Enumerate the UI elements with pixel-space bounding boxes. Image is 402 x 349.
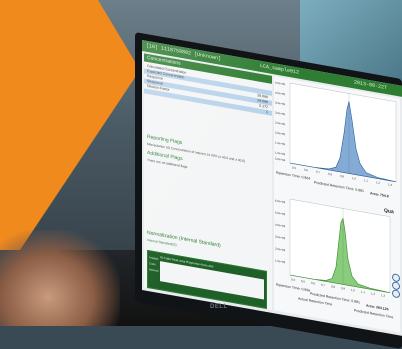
istd-row-label: Code: [149, 261, 156, 267]
istd-row-label: Analyte: [149, 255, 159, 261]
conc-row-value: 1: [266, 109, 268, 115]
x-tick: 1.1: [361, 289, 365, 295]
x-tick: 1.2: [376, 180, 380, 185]
right-pane: 4.5e+05 4.0e+05 3.5e+05 3.0e+05 2.5e+05 …: [274, 76, 400, 333]
x-tick: 0.7: [316, 169, 320, 175]
x-tick: 1.3: [381, 293, 385, 298]
x-tick: 0.6: [311, 280, 315, 286]
x-tick: 1.3: [388, 182, 392, 188]
x-tick: 1.1: [364, 178, 368, 183]
chromatogram-top-plot: [289, 82, 397, 183]
chromatogram-bottom: Qua 6.0e+03 5.0e+03 4.0e+03 3.0e+03 2.0e…: [274, 188, 400, 330]
x-tick: 1.0: [351, 287, 355, 293]
x-tick: 0.4: [291, 277, 295, 282]
laptop-screen: [10] 1118750802 [Unknown] LCA_sample012 …: [142, 40, 402, 336]
x-tick: 0.5: [301, 279, 305, 284]
istd-row-label: Internal: [149, 267, 159, 273]
x-tick: 1.2: [371, 291, 375, 297]
chromatogram-top: 4.5e+05 4.0e+05 3.5e+05 3.0e+05 2.5e+05 …: [274, 76, 400, 208]
x-tick: 0.8: [328, 171, 332, 177]
left-pane: Concentrations Calculated Concentration …: [144, 53, 272, 310]
x-tick: 0.7: [321, 282, 325, 288]
x-tick: 0.9: [341, 286, 345, 291]
x-tick: 0.5: [292, 165, 296, 171]
x-tick: 0.6: [304, 167, 308, 173]
user-hand: [0, 230, 120, 326]
x-tick: 0.9: [340, 173, 344, 179]
x-tick: 0.8: [331, 284, 335, 290]
x-tick: 1.0: [352, 176, 356, 181]
dell-logo: DELL: [210, 304, 228, 310]
